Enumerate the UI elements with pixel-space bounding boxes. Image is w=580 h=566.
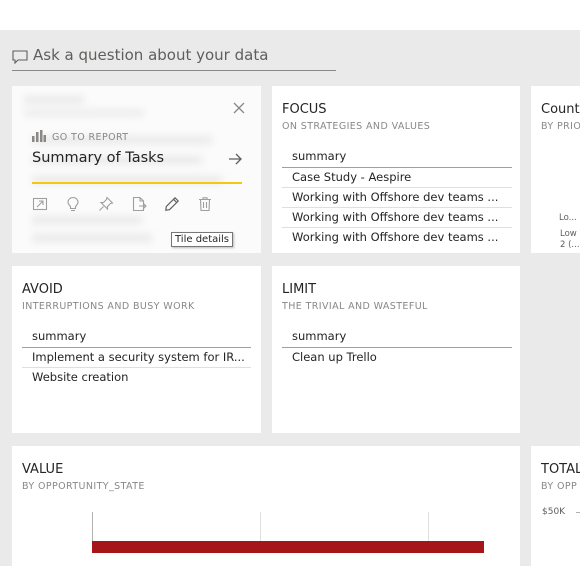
tile-focus[interactable]: FOCUS ON STRATEGIES AND VALUES summary C… [272, 86, 520, 253]
table-row: Implement a security system for IR... [22, 348, 251, 368]
tile-total[interactable]: TOTAL BY OPP $50K [531, 446, 580, 566]
table-row: Website creation [32, 370, 129, 384]
tile-count[interactable]: Count BY PRIO Lo... Low 2 (...) [531, 86, 580, 253]
tile-title: AVOID [22, 282, 63, 297]
tile-title: VALUE [22, 462, 64, 477]
table-header: summary [282, 148, 512, 168]
tile-summary-of-tasks[interactable]: GO TO REPORT Summary of Tasks Tile detai… [12, 86, 261, 253]
export-icon[interactable] [131, 196, 147, 212]
chart-label: Low [560, 229, 577, 239]
tile-subtitle: BY OPPORTUNITY_STATE [22, 481, 145, 492]
tile-title[interactable]: Summary of Tasks [32, 150, 164, 166]
trash-icon[interactable] [197, 196, 213, 212]
arrow-right-icon[interactable] [227, 152, 243, 166]
gridline [428, 512, 429, 542]
table-row: Clean up Trello [292, 350, 377, 364]
lightbulb-icon[interactable] [65, 196, 81, 212]
expand-icon[interactable] [32, 196, 48, 212]
tile-subtitle: BY OPP [541, 481, 578, 492]
tile-title: Count [541, 102, 580, 117]
summary-table: summary Implement a security system for … [22, 328, 251, 387]
top-bar [0, 0, 580, 30]
tile-title: FOCUS [282, 102, 327, 117]
qa-placeholder: Ask a question about your data [33, 46, 269, 64]
tile-subtitle: INTERRUPTIONS AND BUSY WORK [22, 301, 195, 312]
pin-icon[interactable] [98, 196, 114, 212]
gridline [576, 512, 580, 513]
table-header: summary [22, 328, 251, 348]
table-row: Case Study - Aespire [282, 168, 512, 188]
table-row: Working with Offshore dev teams ... [282, 188, 512, 208]
summary-table: summary Case Study - Aespire Working wit… [282, 148, 512, 247]
chart-label: Lo... [559, 213, 577, 223]
tile-value[interactable]: VALUE BY OPPORTUNITY_STATE [12, 446, 520, 566]
tile-avoid[interactable]: AVOID INTERRUPTIONS AND BUSY WORK summar… [12, 266, 261, 433]
summary-table: summary Clean up Trello [282, 328, 512, 367]
comment-icon [12, 50, 28, 64]
blurred-tile-background [24, 96, 222, 242]
tile-subtitle: THE TRIVIAL AND WASTEFUL [282, 301, 428, 312]
tile-subtitle: ON STRATEGIES AND VALUES [282, 121, 431, 132]
gridline [260, 512, 261, 542]
table-header: summary [282, 328, 512, 348]
axis-label: $50K [542, 507, 566, 517]
qa-box[interactable]: Ask a question about your data [12, 44, 336, 71]
tile-subtitle: BY PRIO [541, 121, 580, 132]
go-to-report-link[interactable]: GO TO REPORT [52, 132, 128, 143]
bar-chart-icon [32, 130, 46, 142]
table-row: Working with Offshore dev teams ... [282, 208, 512, 228]
pencil-icon[interactable] [164, 196, 180, 212]
close-icon[interactable] [232, 101, 246, 115]
tile-title: LIMIT [282, 282, 317, 297]
tooltip: Tile details [171, 232, 234, 247]
tile-title: TOTAL [541, 462, 580, 477]
table-row: Working with Offshore dev teams ... [292, 230, 499, 244]
title-underline [32, 182, 242, 184]
chart-bar[interactable] [92, 541, 484, 553]
chart-label: 2 (...) [560, 240, 580, 250]
tile-limit[interactable]: LIMIT THE TRIVIAL AND WASTEFUL summary C… [272, 266, 520, 433]
